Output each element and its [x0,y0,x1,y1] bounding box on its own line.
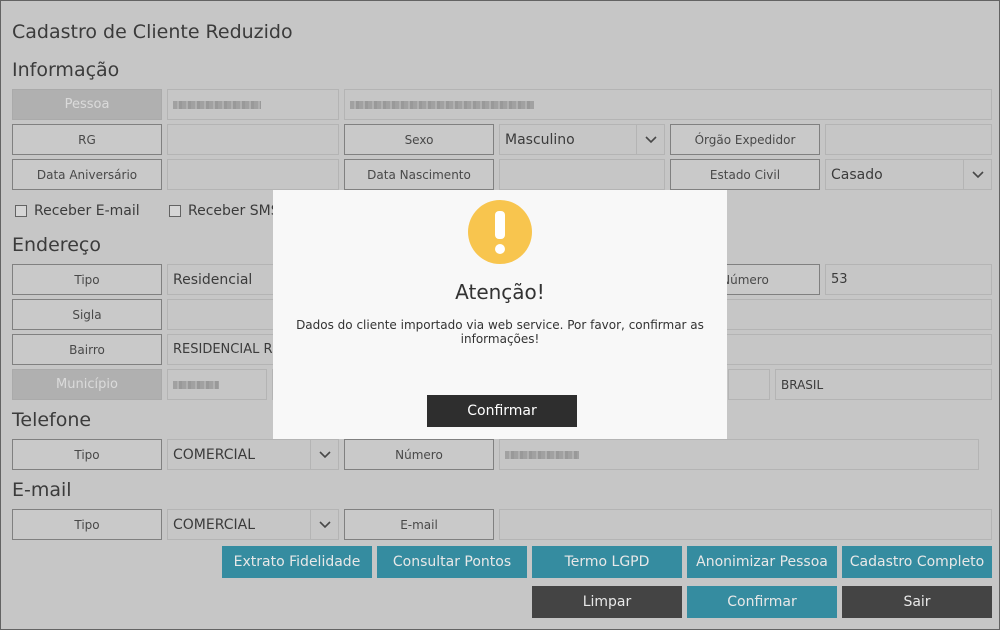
dialog-confirm-button[interactable]: Confirmar [427,395,577,427]
dialog-message: Dados do cliente importado via web servi… [296,318,704,346]
alert-dialog: Atenção! Dados do cliente importado via … [273,190,727,439]
dialog-title: Atenção! [455,280,545,304]
warning-icon [468,200,532,264]
